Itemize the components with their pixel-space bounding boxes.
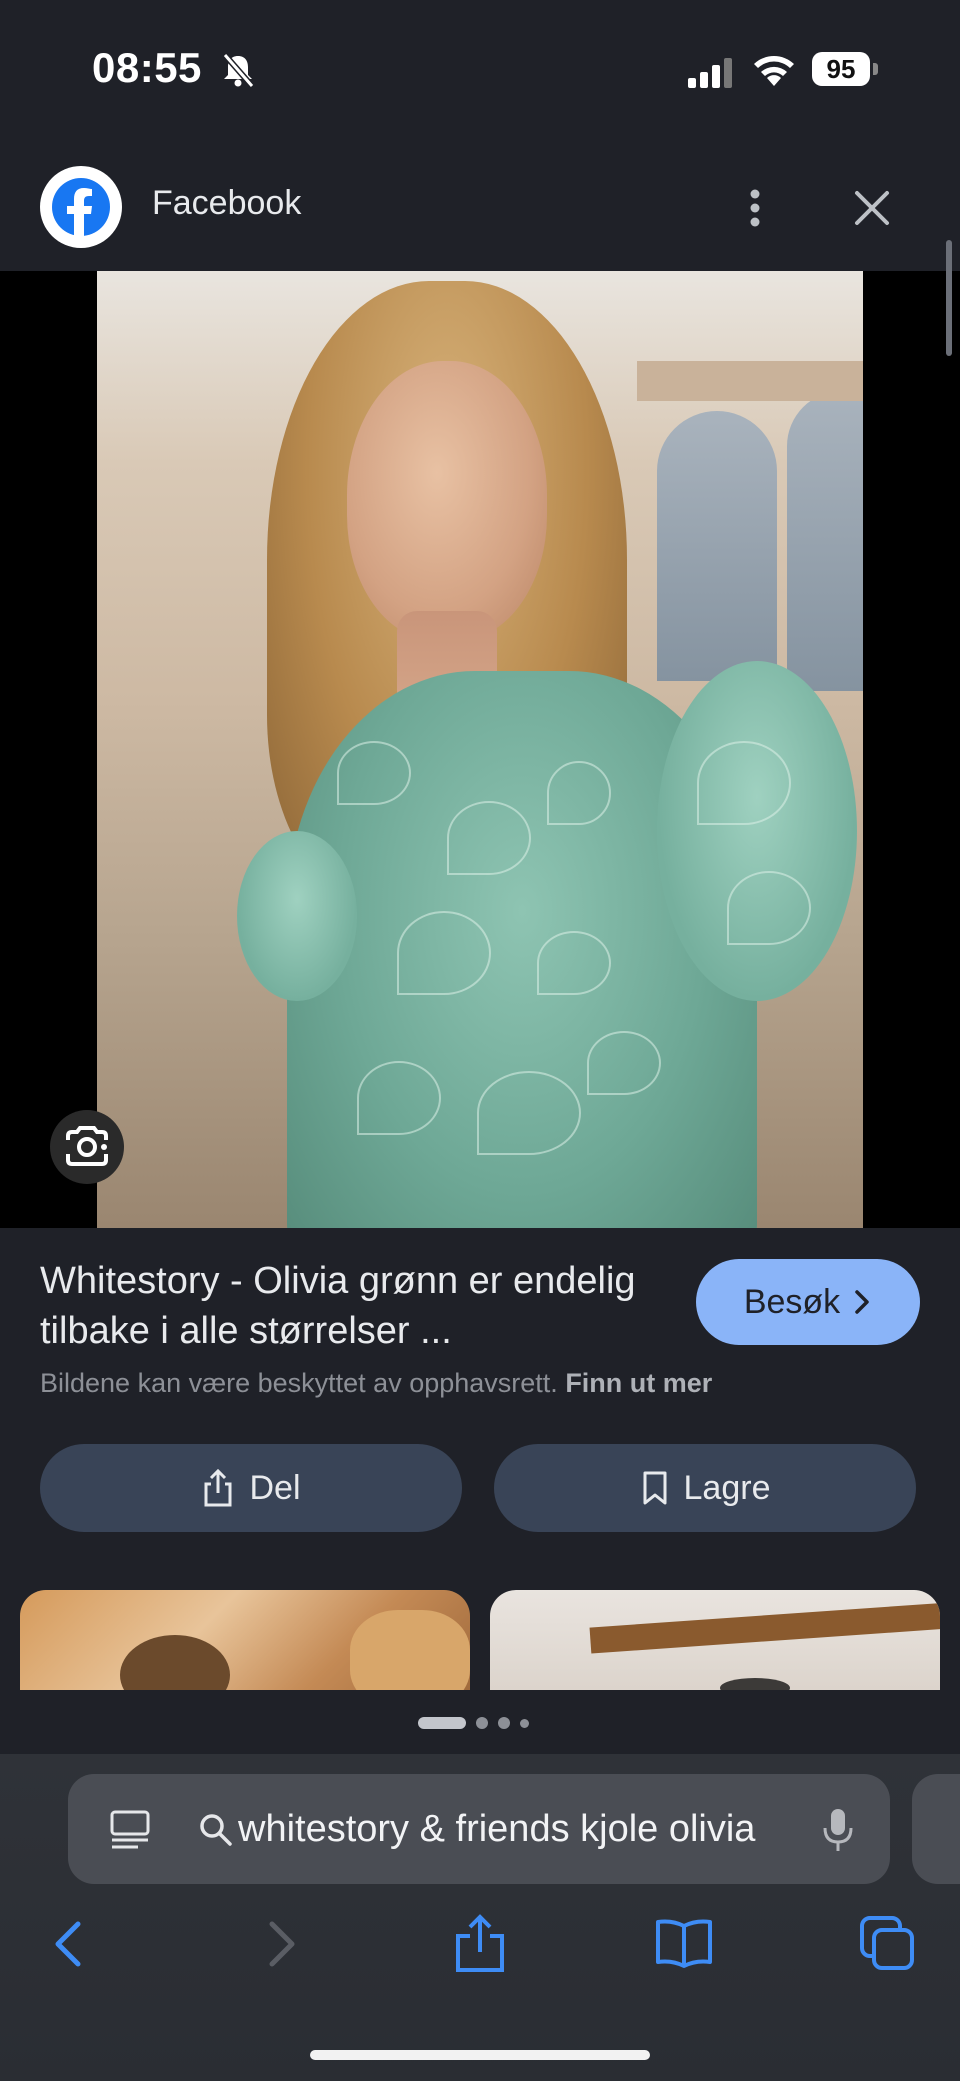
url-text[interactable]: whitestory & friends kjole olivia: [238, 1808, 788, 1851]
result-title[interactable]: Whitestory - Olivia grønn er endelig til…: [40, 1256, 660, 1356]
battery-indicator: 95: [812, 52, 878, 88]
visual-search-button[interactable]: [50, 1110, 124, 1184]
back-icon[interactable]: [40, 1914, 100, 1974]
search-icon: [200, 1814, 232, 1846]
visit-button[interactable]: Besøk: [696, 1259, 920, 1345]
save-button[interactable]: Lagre: [494, 1444, 916, 1532]
microphone-icon[interactable]: [820, 1806, 856, 1854]
next-tab-address-bar[interactable]: [912, 1774, 960, 1884]
save-label: Lagre: [683, 1468, 771, 1507]
lens-icon: [66, 1126, 108, 1166]
silent-bell-icon: [222, 53, 255, 88]
close-icon[interactable]: [852, 188, 892, 228]
related-image-thumbnail[interactable]: [490, 1590, 940, 1690]
home-indicator[interactable]: [310, 2050, 650, 2060]
battery-level: 95: [812, 52, 870, 86]
chevron-right-icon: [855, 1290, 869, 1314]
scrollbar[interactable]: [946, 240, 952, 356]
facebook-logo-icon: [40, 166, 122, 248]
reader-mode-icon[interactable]: [108, 1808, 152, 1852]
cellular-signal-icon: [688, 58, 732, 88]
wifi-icon: [754, 56, 794, 86]
forward-icon[interactable]: [250, 1914, 310, 1974]
copyright-text: Bildene kan være beskyttet av opphavsret…: [40, 1368, 558, 1398]
tabs-icon[interactable]: [858, 1914, 918, 1974]
status-time: 08:55: [92, 44, 202, 91]
share-button[interactable]: Del: [40, 1444, 462, 1532]
bookmarks-icon[interactable]: [654, 1914, 714, 1974]
copyright-notice: Bildene kan være beskyttet av opphavsret…: [40, 1368, 712, 1399]
image-preview[interactable]: [0, 271, 960, 1228]
page-indicator: [418, 1716, 529, 1730]
related-image-thumbnail[interactable]: [20, 1590, 470, 1690]
result-photo[interactable]: [97, 271, 863, 1228]
share-label: Del: [249, 1468, 301, 1507]
more-options-icon[interactable]: [740, 186, 770, 230]
learn-more-link[interactable]: Finn ut mer: [565, 1368, 712, 1398]
source-title: Facebook: [152, 184, 302, 222]
share-icon[interactable]: [450, 1914, 510, 1974]
share-icon: [204, 1468, 232, 1507]
visit-label: Besøk: [743, 1282, 841, 1321]
bookmark-icon: [643, 1471, 667, 1505]
